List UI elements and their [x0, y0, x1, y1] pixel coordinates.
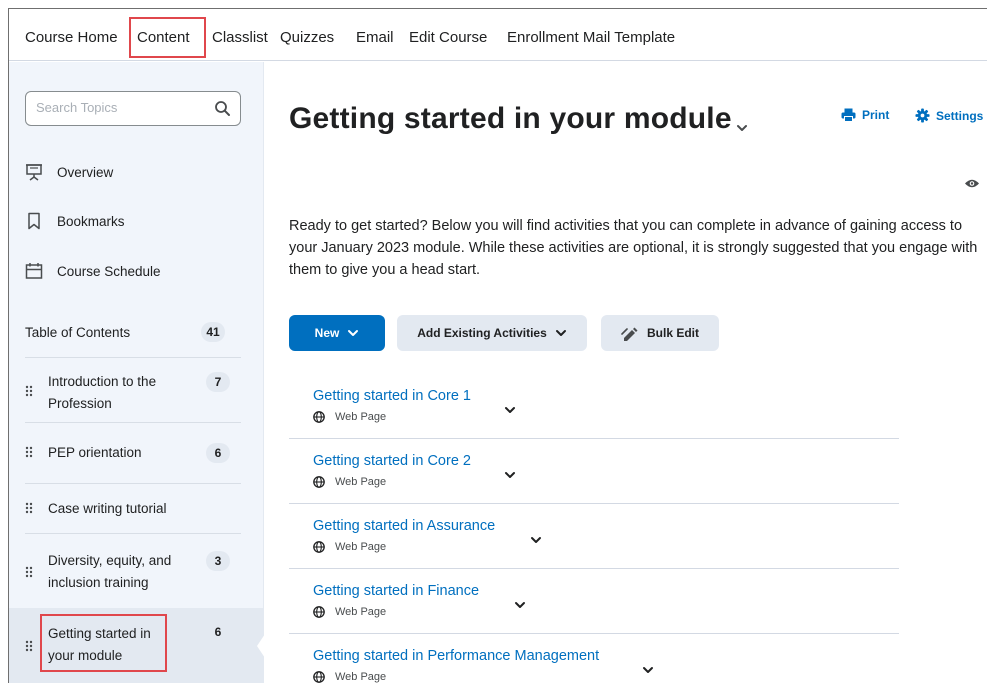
print-label: Print	[862, 108, 890, 122]
printer-icon	[841, 108, 856, 122]
nav-classlist[interactable]: Classlist	[212, 29, 268, 46]
toc-module-getting-started[interactable]: Getting started in your module 6	[25, 608, 241, 683]
selected-module-highlight-box	[40, 614, 167, 672]
sidebar-link-label: Course Schedule	[57, 263, 161, 279]
toc-module-label: Diversity, equity, and inclusion trainin…	[48, 553, 172, 590]
visibility-eye-icon[interactable]	[964, 176, 980, 194]
pencil-edit-icon	[621, 327, 638, 341]
globe-icon	[313, 671, 325, 683]
bulk-edit-button[interactable]: Bulk Edit	[601, 315, 719, 351]
module-count-badge: 7	[206, 372, 230, 392]
chevron-down-icon	[555, 330, 566, 336]
selected-module-notch	[257, 634, 265, 658]
sidebar-link-bookmarks[interactable]: Bookmarks	[25, 212, 125, 230]
print-button[interactable]: Print	[841, 108, 889, 122]
topic-type-label: Web Page	[335, 606, 387, 618]
toc-module-pep-orientation[interactable]: PEP orientation 6	[25, 422, 241, 483]
sidebar-link-label: Bookmarks	[57, 213, 125, 229]
list-item[interactable]: Getting started in Performance Managemen…	[289, 634, 899, 683]
module-content-area: Getting started in your module Print Set…	[265, 62, 987, 683]
new-button[interactable]: New	[289, 315, 385, 351]
topic-type-label: Web Page	[335, 476, 387, 488]
globe-icon	[313, 541, 325, 553]
globe-icon	[313, 476, 325, 488]
drag-handle-icon[interactable]	[25, 385, 33, 404]
topic-title-link[interactable]: Getting started in Core 2	[313, 453, 471, 469]
topic-title-link[interactable]: Getting started in Finance	[313, 583, 479, 599]
page-title: Getting started in your module	[289, 102, 732, 135]
toc-module-label: Introduction to the Profession	[48, 374, 157, 411]
globe-icon	[313, 411, 325, 423]
chevron-down-icon[interactable]	[641, 662, 655, 680]
search-topics-input[interactable]	[36, 100, 206, 115]
presentation-icon	[25, 163, 43, 181]
toc-module-introduction[interactable]: Introduction to the Profession 7	[25, 357, 241, 422]
chevron-down-icon[interactable]	[513, 597, 527, 615]
app-frame: Course Home Content Classlist Quizzes Em…	[8, 8, 987, 683]
module-description: Ready to get started? Below you will fin…	[289, 218, 978, 278]
settings-label: Settings	[936, 108, 984, 123]
module-count-badge: 3	[206, 551, 230, 571]
topic-type: Web Page	[313, 476, 386, 488]
chevron-down-icon[interactable]	[503, 402, 517, 420]
module-count-badge: 6	[214, 625, 222, 639]
chevron-down-icon[interactable]	[735, 120, 749, 138]
sidebar-link-overview[interactable]: Overview	[25, 163, 113, 181]
search-topics-box	[25, 91, 241, 126]
nav-email[interactable]: Email	[356, 29, 394, 46]
bookmark-icon	[25, 212, 43, 230]
globe-icon	[313, 606, 325, 618]
content-highlight-box	[129, 17, 206, 58]
chevron-down-icon	[348, 330, 359, 336]
list-item[interactable]: Getting started in Assurance Web Page	[289, 504, 899, 569]
add-existing-activities-button[interactable]: Add Existing Activities	[397, 315, 587, 351]
topic-type-label: Web Page	[335, 671, 387, 683]
search-icon[interactable]	[214, 100, 231, 122]
content-sidebar: Overview Bookmarks Course Schedule Table…	[9, 62, 265, 683]
toc-label: Table of Contents	[25, 325, 131, 340]
table-of-contents-header[interactable]: Table of Contents 41	[25, 322, 241, 342]
topic-type: Web Page	[313, 671, 386, 683]
topic-type: Web Page	[313, 411, 386, 423]
topic-title-link[interactable]: Getting started in Core 1	[313, 388, 471, 404]
calendar-icon	[25, 262, 43, 280]
topic-type-label: Web Page	[335, 411, 387, 423]
topic-type-label: Web Page	[335, 541, 387, 553]
list-item[interactable]: Getting started in Core 2 Web Page	[289, 439, 899, 504]
course-navbar: Course Home Content Classlist Quizzes Em…	[9, 9, 987, 61]
nav-edit-course[interactable]: Edit Course	[409, 29, 487, 46]
add-existing-label: Add Existing Activities	[417, 326, 547, 340]
toc-module-dei-training[interactable]: Diversity, equity, and inclusion trainin…	[25, 533, 241, 608]
sidebar-link-course-schedule[interactable]: Course Schedule	[25, 262, 161, 280]
settings-button[interactable]: Settings	[915, 108, 983, 123]
gear-icon	[915, 108, 930, 123]
topic-title-link[interactable]: Getting started in Performance Managemen…	[313, 648, 599, 664]
list-item[interactable]: Getting started in Finance Web Page	[289, 569, 899, 634]
module-count-badge: 6	[206, 443, 230, 463]
nav-course-home[interactable]: Course Home	[25, 29, 118, 46]
toc-module-label: Case writing tutorial	[48, 501, 167, 516]
toc-count-badge: 41	[201, 322, 225, 342]
new-button-label: New	[314, 326, 340, 340]
chevron-down-icon[interactable]	[529, 532, 543, 550]
drag-handle-icon[interactable]	[25, 446, 33, 465]
bulk-edit-label: Bulk Edit	[646, 326, 699, 340]
topic-list: Getting started in Core 1 Web Page Getti…	[289, 374, 899, 683]
topic-type: Web Page	[313, 541, 386, 553]
nav-enrollment-mail-template[interactable]: Enrollment Mail Template	[507, 29, 675, 46]
drag-handle-icon[interactable]	[25, 502, 33, 521]
drag-handle-icon[interactable]	[25, 640, 33, 659]
sidebar-link-label: Overview	[57, 164, 114, 180]
toc-module-label: PEP orientation	[48, 445, 142, 460]
chevron-down-icon[interactable]	[503, 467, 517, 485]
topic-type: Web Page	[313, 606, 386, 618]
toc-module-case-writing[interactable]: Case writing tutorial	[25, 483, 241, 533]
nav-quizzes[interactable]: Quizzes	[280, 29, 334, 46]
drag-handle-icon[interactable]	[25, 566, 33, 585]
topic-title-link[interactable]: Getting started in Assurance	[313, 518, 495, 534]
list-item[interactable]: Getting started in Core 1 Web Page	[289, 374, 899, 439]
